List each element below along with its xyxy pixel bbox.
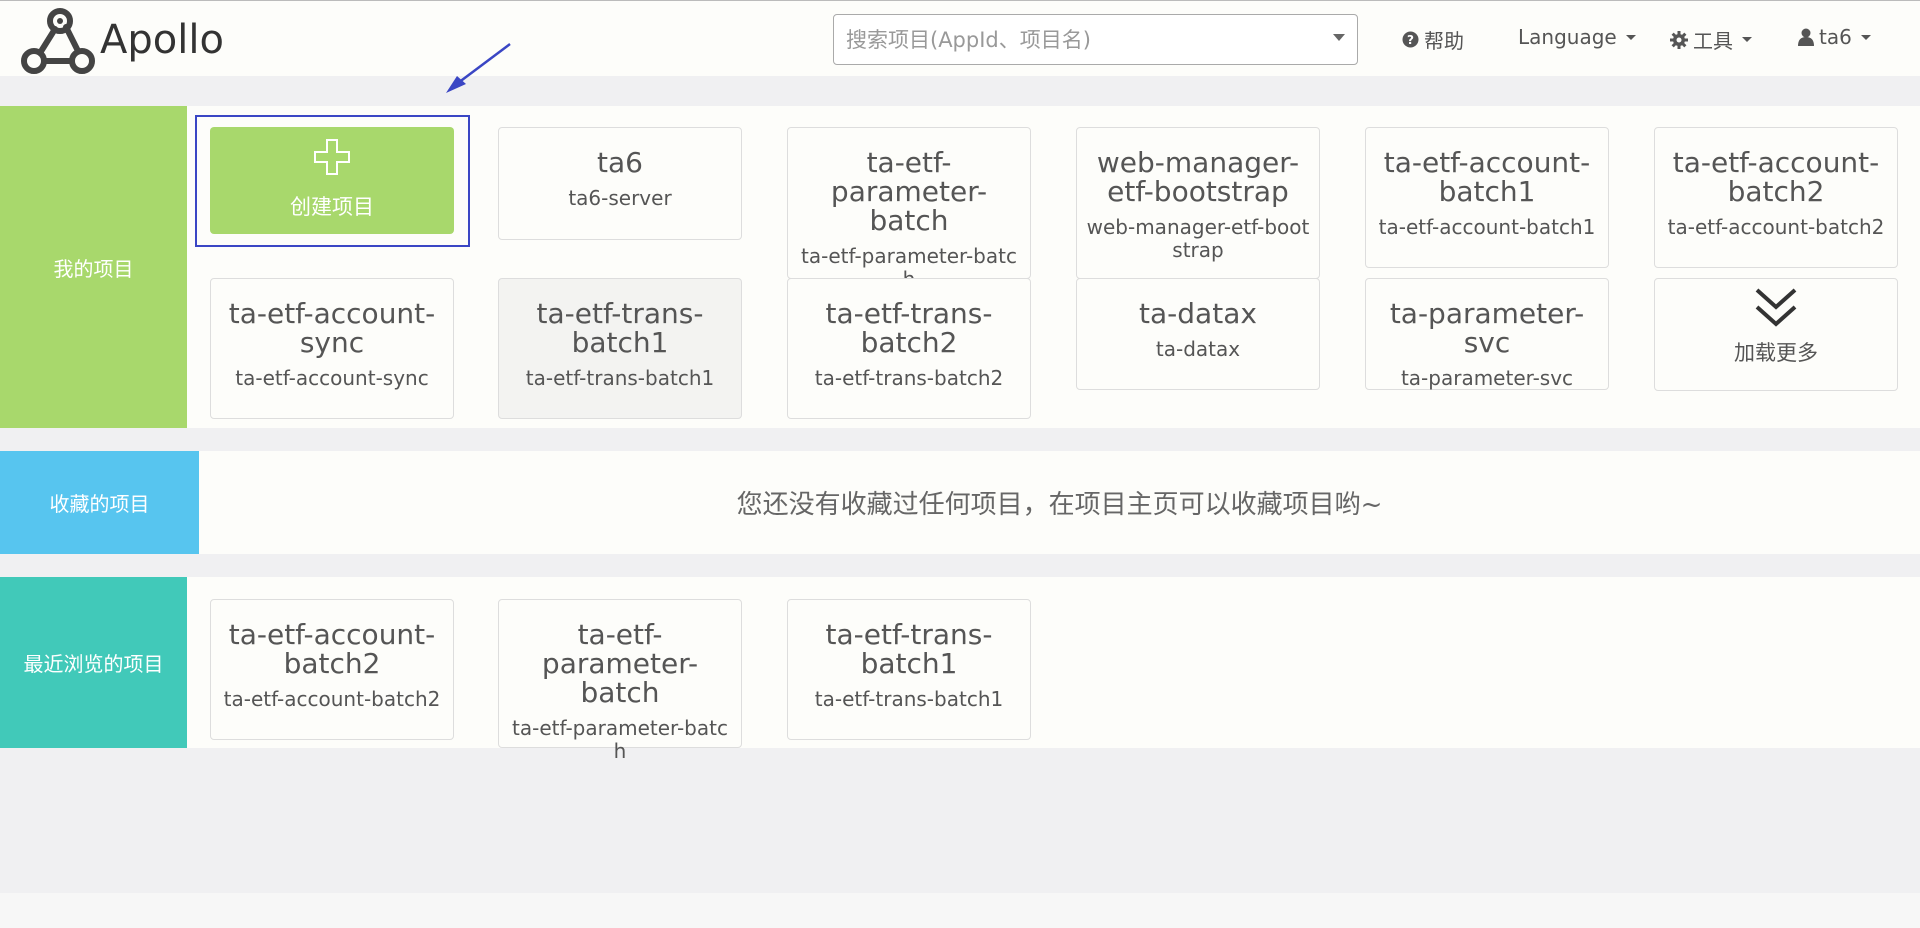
section-label-recent: 最近浏览的项目 — [0, 577, 187, 748]
project-card[interactable]: ta-etf-account-sync ta-etf-account-sync — [210, 278, 454, 419]
project-card-appid: ta-datax — [1155, 337, 1241, 361]
project-card-appid: ta-etf-account-batch1 — [1378, 215, 1596, 239]
project-card-title: ta-etf-parameter-batch — [830, 146, 988, 237]
project-card-appid: ta-etf-trans-batch1 — [525, 366, 715, 390]
question-circle-icon: ? — [1402, 31, 1419, 48]
search-input[interactable] — [834, 15, 1314, 64]
project-card-title: web-manager-etf-bootstrap — [1096, 146, 1300, 208]
user-dropdown[interactable]: ta6 — [1798, 25, 1871, 49]
project-card-title: ta-parameter-svc — [1389, 297, 1585, 359]
project-card-appid: web-manager-etf-bootstrap — [1086, 215, 1310, 262]
language-dropdown[interactable]: Language — [1518, 25, 1636, 49]
section-label-my-projects: 我的项目 — [0, 106, 187, 428]
project-card-appid: ta-etf-account-batch2 — [1667, 215, 1885, 239]
project-card-appid: ta-parameter-svc — [1400, 366, 1574, 390]
chevron-down-icon[interactable] — [1333, 34, 1345, 41]
project-card-title: ta-etf-parameter-batch — [541, 618, 699, 709]
help-label: 帮助 — [1424, 29, 1464, 53]
caret-down-icon — [1860, 34, 1871, 40]
project-card-title: ta-etf-account-batch2 — [1672, 146, 1880, 208]
project-card-title: ta6 — [597, 146, 643, 179]
apollo-logo[interactable]: Apollo — [20, 5, 224, 75]
project-card-title: ta-etf-trans-batch1 — [536, 297, 704, 359]
project-card-appid: ta-etf-trans-batch2 — [814, 366, 1004, 390]
project-card[interactable]: ta-etf-trans-batch1 ta-etf-trans-batch1 — [498, 278, 742, 419]
project-card-appid: ta-etf-account-batch2 — [223, 687, 441, 711]
project-card[interactable]: ta-etf-account-batch1 ta-etf-account-bat… — [1365, 127, 1609, 268]
project-card-title: ta-etf-trans-batch2 — [825, 297, 993, 359]
project-card-title: ta-etf-account-batch1 — [1383, 146, 1591, 208]
gear-icon — [1670, 30, 1688, 49]
load-more-button[interactable]: 加载更多 — [1654, 278, 1898, 391]
project-card-appid: ta6-server — [568, 186, 672, 210]
apollo-logo-icon — [21, 8, 95, 74]
project-card-title: ta-datax — [1139, 297, 1257, 330]
recent-project-card[interactable]: ta-etf-trans-batch1 ta-etf-trans-batch1 — [787, 599, 1031, 740]
plus-icon — [314, 139, 350, 175]
navbar: Apollo ? 帮助 Language 工具 — [0, 0, 1920, 76]
help-link[interactable]: ? 帮助 — [1402, 25, 1464, 54]
caret-down-icon — [1742, 37, 1752, 42]
project-card[interactable]: ta-etf-parameter-batch ta-etf-parameter-… — [787, 127, 1031, 291]
section-label-favorites: 收藏的项目 — [0, 451, 199, 554]
create-project-label: 创建项目 — [290, 195, 374, 219]
project-card[interactable]: ta6 ta6-server — [498, 127, 742, 240]
footer — [0, 893, 1920, 928]
favorites-empty-message: 您还没有收藏过任何项目，在项目主页可以收藏项目哟~ — [736, 490, 1383, 520]
language-label: Language — [1518, 25, 1617, 49]
recent-project-card[interactable]: ta-etf-parameter-batch ta-etf-parameter-… — [498, 599, 742, 763]
user-icon — [1798, 28, 1814, 46]
double-chevron-down-icon — [1755, 288, 1797, 327]
project-card-appid: ta-etf-parameter-batch — [512, 716, 728, 763]
project-card-title: ta-etf-trans-batch1 — [825, 618, 993, 680]
user-label: ta6 — [1819, 25, 1852, 49]
create-project-button[interactable]: 创建项目 — [210, 127, 454, 234]
tools-label: 工具 — [1693, 29, 1733, 53]
logo-text: Apollo — [100, 17, 224, 63]
project-card[interactable]: ta-datax ta-datax — [1076, 278, 1320, 390]
load-more-label: 加载更多 — [1734, 341, 1818, 365]
project-card[interactable]: ta-etf-account-batch2 ta-etf-account-bat… — [1654, 127, 1898, 268]
svg-text:?: ? — [1407, 33, 1414, 47]
project-card-title: ta-etf-account-batch2 — [228, 618, 436, 680]
annotation-arrow-icon — [446, 43, 511, 93]
project-card-title: ta-etf-account-sync — [228, 297, 436, 359]
project-card[interactable]: web-manager-etf-bootstrap web-manager-et… — [1076, 127, 1320, 279]
project-card[interactable]: ta-etf-trans-batch2 ta-etf-trans-batch2 — [787, 278, 1031, 419]
favorites-section: 收藏的项目 您还没有收藏过任何项目，在项目主页可以收藏项目哟~ — [0, 451, 1920, 554]
caret-down-icon — [1625, 34, 1636, 40]
project-card[interactable]: ta-parameter-svc ta-parameter-svc — [1365, 278, 1609, 390]
tools-dropdown[interactable]: 工具 — [1670, 25, 1752, 54]
project-search[interactable] — [833, 14, 1358, 65]
recent-project-card[interactable]: ta-etf-account-batch2 ta-etf-account-bat… — [210, 599, 454, 740]
project-card-appid: ta-etf-account-sync — [235, 366, 429, 390]
project-card-appid: ta-etf-trans-batch1 — [814, 687, 1004, 711]
